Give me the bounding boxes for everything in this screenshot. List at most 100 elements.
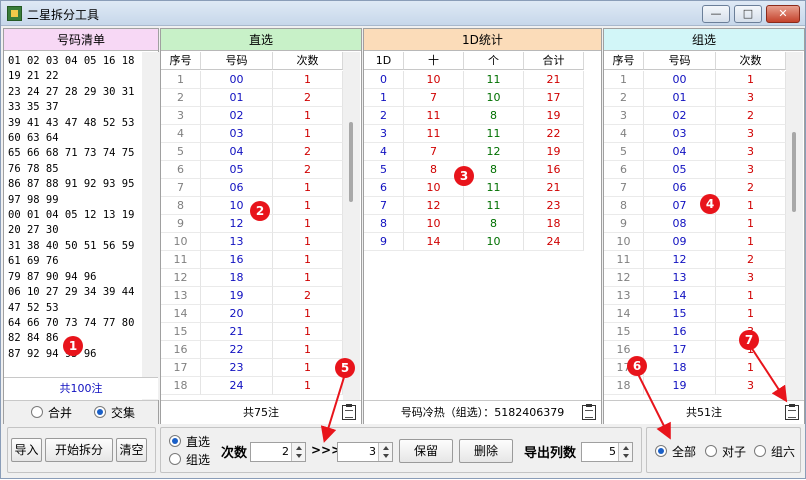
count-from-spinner[interactable]: 2: [250, 442, 306, 462]
direct-cell: 10: [161, 233, 201, 251]
marker-7: 7: [739, 330, 759, 350]
stats-cell: 21: [524, 179, 584, 197]
group-cell: 2: [604, 89, 644, 107]
number-list-panel: 号码清单 01 02 03 04 05 16 18 19 21 22 23 24 2…: [3, 28, 159, 424]
import-button[interactable]: 导入: [11, 438, 42, 462]
stats-cell: 2: [364, 107, 404, 125]
number-list-scrollbar[interactable]: [142, 52, 159, 400]
direct-radio[interactable]: [169, 435, 181, 447]
delete-button[interactable]: 删除: [459, 439, 513, 463]
clear-button[interactable]: 清空: [116, 438, 147, 462]
number-list-line: 60 63 64: [8, 132, 59, 145]
number-list-line: 06 10 27 29 34 39 44: [8, 286, 135, 299]
direct-scrollbar[interactable]: [343, 52, 360, 400]
direct-cell: 11: [161, 251, 201, 269]
copy-stats-icon[interactable]: [582, 404, 596, 420]
filter-pair-radio[interactable]: [705, 445, 717, 457]
stats-cell: 19: [524, 143, 584, 161]
merge-radio[interactable]: [31, 406, 43, 418]
number-list-textarea[interactable]: 01 02 03 04 05 16 18 19 21 22 23 24 27 28 …: [8, 54, 142, 374]
direct-cell: 5: [161, 143, 201, 161]
stats-col-header[interactable]: 十: [404, 52, 464, 70]
stats-header: 1D统计: [364, 29, 601, 51]
group-cell: 1: [716, 215, 786, 233]
direct-cell: 01: [201, 89, 273, 107]
maximize-button[interactable]: □: [734, 5, 762, 23]
stats-cell: 12: [464, 143, 524, 161]
direct-cell: 05: [201, 161, 273, 179]
direct-cell: 1: [273, 233, 343, 251]
number-list-line: 00 01 04 05 12 13 19: [8, 209, 135, 222]
minimize-button[interactable]: —: [702, 5, 730, 23]
intersect-radio[interactable]: [94, 406, 106, 418]
filter-six-radio[interactable]: [754, 445, 766, 457]
stats-cell: 23: [524, 197, 584, 215]
group-header: 组选: [604, 29, 804, 51]
group-col-header[interactable]: 号码: [644, 52, 716, 70]
stats-col-header[interactable]: 合计: [524, 52, 584, 70]
group-cell: 6: [604, 161, 644, 179]
close-button[interactable]: ✕: [766, 5, 800, 23]
direct-cell: 15: [161, 323, 201, 341]
intersect-radio-label: 交集: [111, 406, 136, 420]
stats-col-header[interactable]: 1D: [364, 52, 404, 70]
group-scrollbar[interactable]: [786, 52, 803, 400]
marker-6: 6: [627, 356, 647, 376]
title-bar[interactable]: 二星拆分工具 — □ ✕: [1, 1, 805, 26]
number-list-line: 76 78 85: [8, 162, 59, 175]
group-cell: 17: [644, 341, 716, 359]
copy-direct-icon[interactable]: [342, 404, 356, 420]
stats-cell: 17: [524, 89, 584, 107]
stats-col-header[interactable]: 个: [464, 52, 524, 70]
number-list-line: 01 02 03 04 05 16 18: [8, 55, 135, 67]
stats-cell: 21: [524, 71, 584, 89]
stats-cell: 11: [464, 197, 524, 215]
group-radio[interactable]: [169, 453, 181, 465]
stats-cell: 11: [464, 179, 524, 197]
group-cell: 13: [604, 287, 644, 305]
filter-all-radio[interactable]: [655, 445, 667, 457]
group-cell: 3: [716, 143, 786, 161]
keep-button[interactable]: 保留: [399, 439, 453, 463]
filter-pair-label: 对子: [722, 445, 747, 459]
direct-cell: 18: [201, 269, 273, 287]
stats-cell: 14: [404, 233, 464, 251]
stats-cell: 4: [364, 143, 404, 161]
direct-cell: 13: [201, 233, 273, 251]
direct-cell: 1: [273, 269, 343, 287]
stats-cell: 11: [404, 125, 464, 143]
direct-header: 直选: [161, 29, 361, 51]
start-split-button[interactable]: 开始拆分: [45, 438, 113, 462]
direct-cell: 1: [273, 305, 343, 323]
count-to-spinner[interactable]: 3: [337, 442, 393, 462]
direct-cell: 1: [273, 197, 343, 215]
group-cell: 3: [716, 125, 786, 143]
export-cols-spinner[interactable]: 5: [581, 442, 633, 462]
stats-cell: 18: [524, 215, 584, 233]
direct-col-header[interactable]: 序号: [161, 52, 201, 70]
app-icon: [7, 6, 22, 21]
group-cell: 1: [716, 359, 786, 377]
direct-cell: 06: [201, 179, 273, 197]
stats-cell: 9: [364, 233, 404, 251]
group-cell: 1: [716, 287, 786, 305]
group-cell: 18: [604, 377, 644, 395]
direct-cell: 2: [273, 89, 343, 107]
stats-cell: 16: [524, 161, 584, 179]
marker-4: 4: [700, 194, 720, 214]
group-col-header[interactable]: 序号: [604, 52, 644, 70]
group-cell: 18: [644, 359, 716, 377]
stats-cell: 11: [464, 71, 524, 89]
direct-col-header[interactable]: 次数: [273, 52, 343, 70]
group-col-header[interactable]: 次数: [716, 52, 786, 70]
stats-cell: 24: [524, 233, 584, 251]
number-list-line: 23 24 27 28 29 30 31: [8, 85, 135, 98]
stats-cell: 5: [364, 161, 404, 179]
direct-cell: 9: [161, 215, 201, 233]
direct-col-header[interactable]: 号码: [201, 52, 273, 70]
direct-cell: 1: [273, 71, 343, 89]
copy-group-icon[interactable]: [785, 404, 799, 420]
direct-cell: 13: [161, 287, 201, 305]
direct-cell: 4: [161, 125, 201, 143]
direct-cell: 16: [161, 341, 201, 359]
